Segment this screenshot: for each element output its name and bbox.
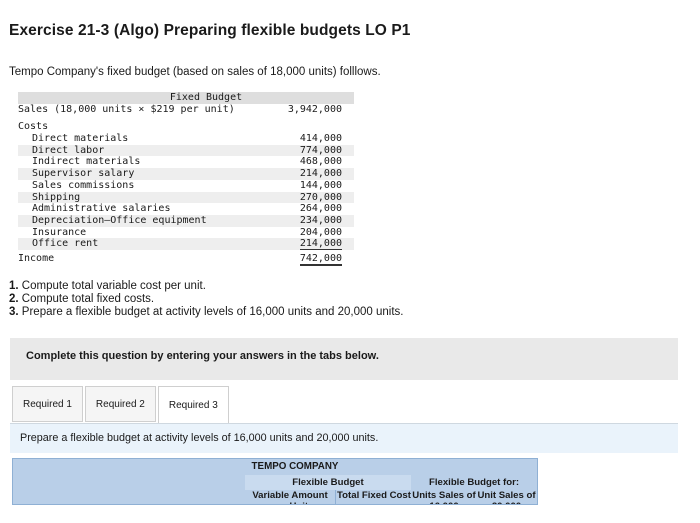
- tab-required-3[interactable]: Required 3: [157, 386, 229, 424]
- cost-row: Shipping 270,000: [18, 191, 354, 204]
- cost-row: Supervisor salary 214,000: [18, 168, 354, 180]
- income-amount: 742,000: [299, 252, 342, 266]
- company-name: TEMPO COMPANY: [251, 461, 339, 472]
- cost-row: Indirect materials 468,000: [32, 156, 342, 168]
- page-title: Exercise 21-3 (Algo) Preparing flexible …: [9, 22, 411, 39]
- cost-row: Direct labor 774,000: [18, 144, 354, 157]
- question-item: 2. Compute total fixed costs.: [9, 293, 155, 305]
- col-units-16000: Units Sales of 16,000: [412, 490, 476, 504]
- col-variable-amount: Variable Amount per Unit: [245, 490, 336, 504]
- cost-row: Depreciation—Office equipment 234,000: [18, 214, 354, 227]
- income-label: Income: [18, 252, 55, 264]
- cost-row: Office rent 214,000: [18, 238, 354, 251]
- flexible-budget-table: TEMPO COMPANY Flexible Budget Flexible B…: [12, 458, 538, 505]
- fixed-budget-table: Fixed Budget Sales (18,000 units × $219 …: [18, 92, 354, 266]
- intro-text: Tempo Company's fixed budget (based on s…: [9, 66, 381, 78]
- required-tabs: Required 1 Required 2 Required 3: [12, 386, 231, 424]
- tab-instructions: Prepare a flexible budget at activity le…: [10, 423, 678, 453]
- flexible-budget-group-header: Flexible Budget: [245, 475, 411, 490]
- cost-row: Insurance 204,000: [32, 226, 342, 238]
- costs-label-row: Costs: [18, 121, 354, 133]
- question-item: 1. Compute total variable cost per unit.: [9, 280, 206, 292]
- col-total-fixed-cost: Total Fixed Cost: [337, 490, 411, 501]
- tab-required-1[interactable]: Required 1: [12, 386, 83, 422]
- sales-row: Sales (18,000 units × $219 per unit) 3,9…: [18, 104, 354, 116]
- sales-amount: 3,942,000: [287, 103, 342, 115]
- cost-row: Sales commissions 144,000: [32, 179, 342, 191]
- question-list: 1. Compute total variable cost per unit.…: [9, 280, 403, 319]
- costs-label: Costs: [18, 121, 49, 133]
- sales-label: Sales (18,000 units × $219 per unit): [18, 103, 235, 115]
- tab-required-2[interactable]: Required 2: [84, 386, 156, 422]
- flexible-budget-for-group-header: Flexible Budget for:: [428, 477, 520, 488]
- instructions-banner: Complete this question by entering your …: [10, 338, 678, 380]
- fixed-budget-header: Fixed Budget: [18, 92, 354, 104]
- cost-row: Administrative salaries 264,000: [32, 203, 342, 215]
- col-units-20000: Unit Sales of 20,000: [477, 490, 536, 504]
- question-item: 3. Prepare a flexible budget at activity…: [9, 306, 404, 318]
- cost-row: Direct materials 414,000: [32, 133, 342, 145]
- income-row: Income 742,000: [18, 252, 354, 266]
